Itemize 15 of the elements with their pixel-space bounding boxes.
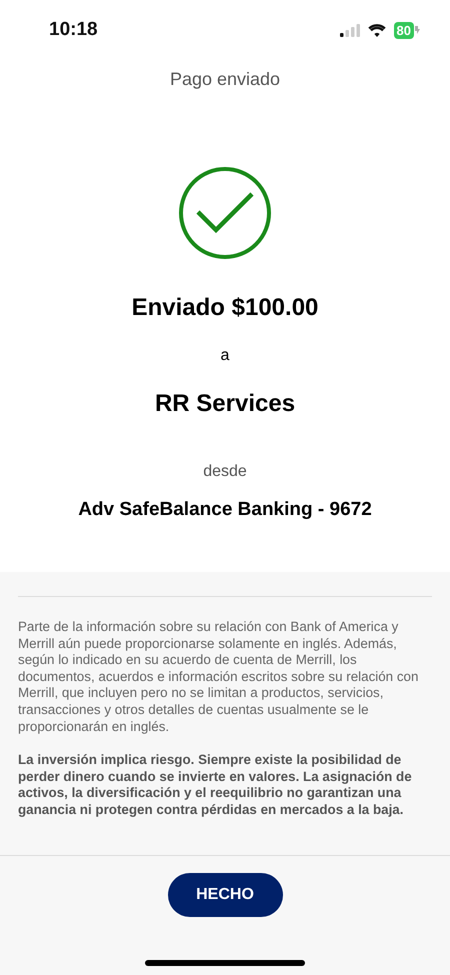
- payee-name: RR Services: [154, 390, 296, 418]
- signal-icon: [340, 24, 360, 36]
- status-time: 10:18: [49, 19, 98, 41]
- charging-icon: [415, 26, 420, 34]
- done-button[interactable]: HECHO: [168, 873, 282, 917]
- wifi-icon: [368, 24, 386, 36]
- from-label: desde: [203, 463, 247, 481]
- risk-disclaimer: La inversión implica riesgo. Siempre existe la posibilidad de perder dinero cuando se invierte en valores. La asignación de activos, la diversificación y el reequilibrio no garantizan una ganancia ni protegen contra pérdidas en mercados a la baja.: [18, 752, 413, 819]
- page-title: Pago enviado: [170, 69, 280, 90]
- connector-text: a: [220, 347, 230, 365]
- amount-sent: Enviado $100.00: [132, 294, 318, 322]
- battery-level: 80: [394, 22, 414, 38]
- language-disclaimer: Parte de la información sobre su relación con Bank of America y Merrill aún puede proporcionarse solamente en inglés. Además, según lo indicado en su acuerdo de cuenta de Merrill, los documentos, acuerdos e información escritos sobre su relación con Merrill, que incluyen pero no se limitan a productos, servicios, transacciones y otros detalles de cuentas usualmente se le proporcionarán en inglés.: [18, 619, 420, 736]
- account-name: Adv SafeBalance Banking - 9672: [78, 499, 372, 521]
- checkmark-icon: [178, 166, 272, 260]
